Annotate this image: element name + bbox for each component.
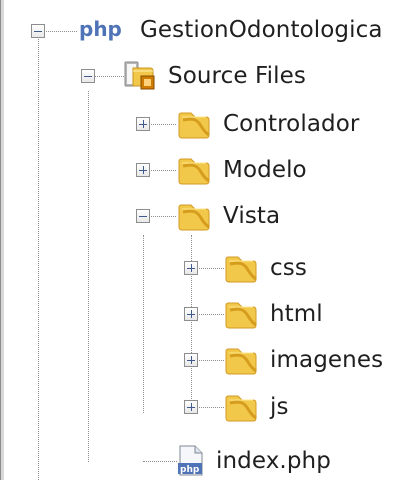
project-collapse-toggle[interactable] [31, 24, 45, 38]
js-expand-toggle[interactable] [184, 400, 198, 414]
modelo-expand-toggle[interactable] [136, 163, 150, 177]
project-tree: php GestionOdontologica Source Files Con… [0, 0, 406, 480]
imagenes-expand-toggle[interactable] [184, 353, 198, 367]
source-files-label: Source Files [168, 62, 306, 89]
tree-line-vista [143, 235, 144, 413]
css-expand-toggle[interactable] [184, 261, 198, 275]
folder-label-modelo: Modelo [223, 156, 307, 183]
folder-label-imagenes: imagenes [270, 346, 384, 373]
folder-node-html[interactable]: html [224, 296, 323, 332]
folder-node-controlador[interactable]: Controlador [177, 106, 359, 142]
file-node-index-php[interactable]: php index.php [177, 443, 331, 479]
html-expand-toggle[interactable] [184, 307, 198, 321]
folder-label-css: css [270, 254, 307, 281]
tree-line-source-files [88, 91, 89, 462]
svg-text:php: php [180, 465, 200, 475]
folder-node-css[interactable]: css [224, 250, 307, 286]
tree-left-border [0, 0, 5, 480]
folder-node-vista[interactable]: Vista [177, 198, 280, 234]
folder-node-imagenes[interactable]: imagenes [224, 342, 383, 378]
folder-icon [177, 201, 211, 231]
source-files-collapse-toggle[interactable] [81, 69, 95, 83]
source-files-node[interactable]: Source Files [124, 58, 306, 94]
vista-collapse-toggle[interactable] [136, 209, 150, 223]
tree-branch-index-file [143, 461, 177, 462]
php-project-icon: php [79, 18, 128, 42]
folder-node-js[interactable]: js [224, 389, 289, 425]
folder-icon [224, 299, 258, 329]
folder-label-js: js [270, 393, 289, 420]
php-file-icon: php [177, 445, 204, 477]
source-folder-icon [124, 60, 156, 92]
folder-label-html: html [270, 300, 323, 327]
folder-label-vista: Vista [223, 202, 281, 229]
folder-icon [177, 109, 211, 139]
svg-text:php: php [79, 18, 122, 41]
folder-icon [177, 155, 211, 185]
controlador-expand-toggle[interactable] [136, 117, 150, 131]
file-label-index-php: index.php [216, 447, 331, 474]
folder-icon [224, 253, 258, 283]
tree-line-root [38, 34, 39, 480]
folder-icon [224, 345, 258, 375]
folder-label-controlador: Controlador [223, 110, 360, 137]
project-label: GestionOdontologica [140, 16, 383, 43]
folder-node-modelo[interactable]: Modelo [177, 152, 307, 188]
project-node[interactable]: php GestionOdontologica [79, 12, 383, 48]
folder-icon [224, 392, 258, 422]
